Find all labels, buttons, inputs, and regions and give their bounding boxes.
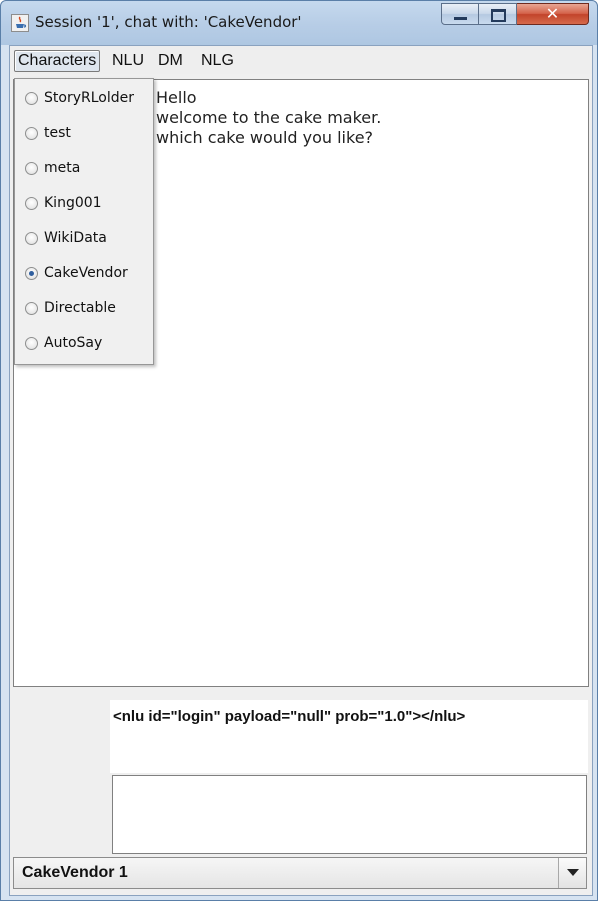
character-option-label: King001 <box>44 195 102 211</box>
character-option-king001[interactable]: King001 <box>15 190 153 216</box>
character-option-label: meta <box>44 160 81 176</box>
window-title: Session '1', chat with: 'CakeVendor' <box>35 13 302 31</box>
message-input[interactable] <box>112 775 587 854</box>
title-bar[interactable]: Session '1', chat with: 'CakeVendor' ✕ <box>1 1 597 45</box>
menu-characters[interactable]: Characters <box>14 50 101 72</box>
radio-button-icon <box>25 197 38 210</box>
menu-nlu[interactable]: NLU <box>109 51 147 71</box>
menu-nlg[interactable]: NLG <box>198 51 237 71</box>
nlu-output-text: <nlu id="login" payload="null" prob="1.0… <box>113 708 466 725</box>
character-option-autosay[interactable]: AutoSay <box>15 330 153 356</box>
chat-lines: Hello welcome to the cake maker. which c… <box>156 88 381 148</box>
characters-menu: StoryRLolder test meta King001 WikiData … <box>14 78 154 365</box>
character-option-storyrlolder[interactable]: StoryRLolder <box>15 85 153 111</box>
nlu-output-panel: <nlu id="login" payload="null" prob="1.0… <box>110 700 588 773</box>
minimize-icon <box>454 17 467 20</box>
radio-button-icon <box>25 127 38 140</box>
character-option-meta[interactable]: meta <box>15 155 153 181</box>
radio-button-selected-icon <box>25 267 38 280</box>
window-controls: ✕ <box>441 3 591 27</box>
chat-line: Hello <box>156 88 197 107</box>
session-select-value: CakeVendor 1 <box>22 864 128 881</box>
app-window: Session '1', chat with: 'CakeVendor' ✕ C… <box>0 0 598 901</box>
character-option-label: StoryRLolder <box>44 90 134 106</box>
close-button[interactable]: ✕ <box>517 3 589 25</box>
close-icon: ✕ <box>545 4 560 23</box>
maximize-button[interactable] <box>479 3 517 25</box>
radio-button-icon <box>25 162 38 175</box>
java-icon[interactable] <box>11 14 29 32</box>
menu-bar: Characters NLU DM NLG <box>10 46 592 74</box>
character-option-directable[interactable]: Directable <box>15 295 153 321</box>
client-area: Characters NLU DM NLG Hello welcome to t… <box>9 45 593 896</box>
maximize-icon <box>491 9 506 22</box>
chevron-down-icon <box>567 869 579 876</box>
radio-button-icon <box>25 337 38 350</box>
character-option-label: CakeVendor <box>44 265 128 281</box>
character-option-label: WikiData <box>44 230 107 246</box>
character-option-wikidata[interactable]: WikiData <box>15 225 153 251</box>
character-option-label: test <box>44 125 71 141</box>
character-option-test[interactable]: test <box>15 120 153 146</box>
character-option-label: Directable <box>44 300 116 316</box>
dropdown-arrow-button[interactable] <box>558 858 586 888</box>
radio-button-icon <box>25 232 38 245</box>
character-option-cakevendor[interactable]: CakeVendor <box>15 260 153 286</box>
chat-line: which cake would you like? <box>156 128 374 147</box>
chat-line: welcome to the cake maker. <box>156 108 382 127</box>
minimize-button[interactable] <box>441 3 479 25</box>
radio-button-icon <box>25 302 38 315</box>
radio-button-icon <box>25 92 38 105</box>
character-option-label: AutoSay <box>44 335 103 351</box>
session-select[interactable]: CakeVendor 1 <box>13 857 587 889</box>
menu-dm[interactable]: DM <box>155 51 186 71</box>
